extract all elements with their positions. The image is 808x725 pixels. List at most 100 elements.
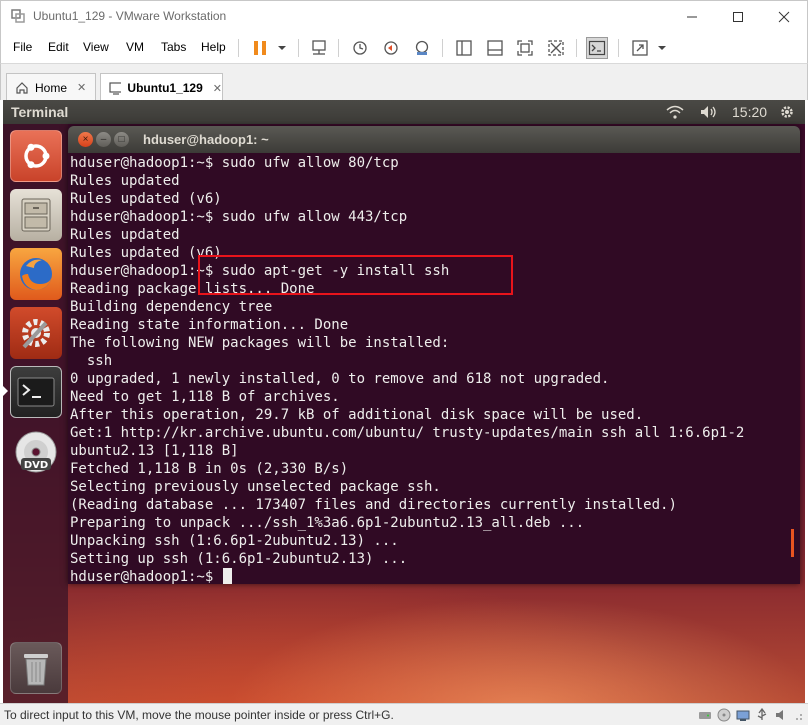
launcher-firefox-button[interactable] [10,248,62,300]
terminal-icon [17,377,55,407]
tab-ubuntu1-129-close-button[interactable]: ✕ [213,82,222,95]
launcher-dash-button[interactable] [10,130,62,182]
resize-grip-icon[interactable] [792,708,804,722]
sound-card-icon[interactable] [775,708,789,722]
snapshot-manager-icon [415,40,429,55]
terminal-title: hduser@hadoop1: ~ [143,132,269,147]
tab-home-close-button[interactable]: ✕ [77,81,86,94]
file-cabinet-icon [21,198,51,232]
home-icon [16,81,28,94]
terminal-line: Get:1 http://kr.archive.ubuntu.com/ubunt… [70,425,745,441]
wifi-icon[interactable] [665,104,685,120]
suspend-button[interactable] [249,37,271,59]
hard-disk-icon[interactable] [698,708,712,722]
terminal-line: Need to get 1,118 B of archives. [70,389,340,405]
terminal-line: The following NEW packages will be insta… [70,335,450,351]
snapshot-manager-button[interactable] [411,37,433,59]
toolbar-separator [576,39,577,57]
usb-device-icon[interactable] [755,708,769,722]
menu-help[interactable]: Help [201,40,226,54]
launcher-trash-button[interactable] [10,642,62,694]
menu-bar: File Edit View VM Tabs Help [0,32,808,63]
terminal-line: hduser@hadoop1:~$ sudo ufw allow 80/tcp [70,155,399,171]
stretch-icon [632,40,648,56]
launcher-settings-button[interactable] [10,307,62,359]
toolbar-separator [238,39,239,57]
vmware-logo-icon [11,9,25,23]
unity-icon [548,40,564,56]
menu-file[interactable]: File [13,40,32,54]
terminal-scrollbar-thumb[interactable] [791,529,794,557]
toolbar-separator [298,39,299,57]
window-title: Ubuntu1_129 - VMware Workstation [33,9,227,23]
unity-top-panel: Terminal 15:20 [3,100,805,124]
launcher-dvd-button[interactable]: DVD [10,426,62,478]
minimize-icon: – [100,133,107,145]
unity-launcher: DVD [3,124,68,703]
terminal-line: After this operation, 29.7 kB of additio… [70,407,644,423]
terminal-prompt-line[interactable]: hduser@hadoop1:~$ [70,568,800,584]
launcher-terminal-button[interactable] [10,366,62,418]
menu-vm[interactable]: VM [126,40,144,54]
console-view-button[interactable] [586,37,608,59]
trash-icon [24,654,48,686]
tab-ubuntu1-129-label: Ubuntu1_129 [127,81,203,95]
maximize-icon [733,12,743,22]
terminal-line: ssh [70,353,113,369]
vm-display[interactable]: Terminal 15:20 DVD × – □ hduser@hadoop1:… [3,100,805,703]
network-adapter-icon[interactable] [736,708,750,722]
terminal-cursor [222,568,232,584]
terminal-line: Preparing to unpack .../ssh_1%3a6.6p1-2u… [70,515,585,531]
network-computer-icon [312,40,326,55]
revert-snapshot-button[interactable] [380,37,402,59]
terminal-minimize-button[interactable]: – [96,132,111,147]
panel-app-title: Terminal [11,104,69,120]
close-button[interactable] [761,5,807,29]
status-message: To direct input to this VM, move the mou… [4,708,394,722]
take-snapshot-button[interactable] [349,37,371,59]
title-bar: Ubuntu1_129 - VMware Workstation [0,0,808,32]
gear-icon[interactable] [779,104,795,120]
revert-snapshot-icon [384,41,398,55]
menu-edit[interactable]: Edit [48,40,69,54]
volume-icon[interactable] [699,104,719,120]
unity-mode-button[interactable] [545,37,567,59]
chevron-down-icon [658,46,666,50]
pause-icon [254,41,266,55]
send-ctrl-alt-del-button[interactable] [308,37,330,59]
terminal-line: Reading state information... Done [70,317,349,333]
tab-home[interactable]: Home ✕ [6,73,96,101]
tab-home-label: Home [35,80,68,95]
maximize-button[interactable] [715,5,761,29]
minimize-button[interactable] [669,5,715,29]
status-bar: To direct input to this VM, move the mou… [0,703,808,725]
terminal-close-button[interactable]: × [78,132,93,147]
launcher-files-button[interactable] [10,189,62,241]
full-screen-button[interactable] [514,37,536,59]
stretch-dropdown-button[interactable] [651,37,673,59]
terminal-maximize-button[interactable]: □ [114,132,129,147]
menu-view[interactable]: View [83,40,109,54]
tab-ubuntu1-129[interactable]: Ubuntu1_129 ✕ [100,73,223,102]
vm-icon [109,82,122,95]
toolbar-separator [618,39,619,57]
terminal-line: hduser@hadoop1:~$ sudo ufw allow 443/tcp [70,209,408,225]
toolbar-separator [338,39,339,57]
toolbar-separator [442,39,443,57]
terminal-titlebar[interactable]: × – □ hduser@hadoop1: ~ [68,126,800,153]
menu-tabs[interactable]: Tabs [161,40,186,54]
thumbnail-bar-button[interactable] [484,37,506,59]
terminal-line: Setting up ssh (1:6.6p1-2ubuntu2.13) ... [70,551,408,567]
stretch-guest-button[interactable] [629,37,651,59]
terminal-window[interactable]: × – □ hduser@hadoop1: ~ hduser@hadoop1:~… [68,126,800,584]
terminal-output[interactable]: hduser@hadoop1:~$ sudo ufw allow 80/tcp … [68,153,800,584]
highlight-annotation-box [198,255,513,295]
power-dropdown-button[interactable] [271,37,293,59]
terminal-line: Unpacking ssh (1:6.6p1-2ubuntu2.13) ... [70,533,399,549]
chevron-down-icon [278,46,286,50]
tab-bar: Home ✕ Ubuntu1_129 ✕ [0,63,808,102]
dvd-disc-icon: DVD [15,431,57,473]
show-library-button[interactable] [453,37,475,59]
panel-clock[interactable]: 15:20 [732,104,767,120]
cd-drive-icon[interactable] [717,708,731,722]
